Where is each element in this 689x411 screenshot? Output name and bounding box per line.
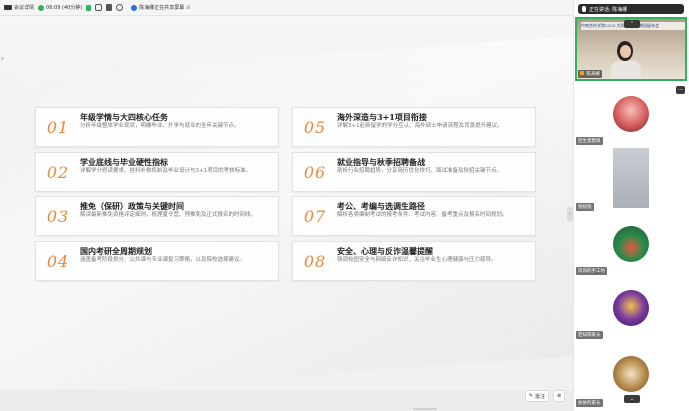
more-options-button[interactable]: ⋯ <box>676 86 685 94</box>
app-logo-icon <box>4 5 12 10</box>
participant-tile[interactable]: 后生莫猥琐 <box>575 84 687 146</box>
app-title[interactable]: 会议详情 <box>4 4 34 11</box>
agenda-title: 国内考研全周期规划 <box>80 246 152 256</box>
agenda-number: 06 <box>303 163 327 182</box>
slide-marker-dot <box>1 57 4 60</box>
annotate-button[interactable]: ✎ 批注 <box>524 390 549 402</box>
agenda-description: 解析各类编制考试的报考条件、考试内容、备考重点及报名时间规划。 <box>337 212 508 218</box>
screen-share-status[interactable]: 陈海娜正在共享屏幕 ⊞ <box>131 4 191 11</box>
agenda-number: 03 <box>46 207 70 226</box>
agenda-item-02: 02 学业底线与毕业硬性指标 详解学分修读要求、挂科补救机制及毕业设计与3+1项… <box>35 152 279 192</box>
agenda-title: 海外深造与3+1项目衔接 <box>337 112 427 122</box>
participant-name-label: 陈海娜 <box>578 70 602 78</box>
zoom-button[interactable]: ⊕ <box>553 390 565 402</box>
agenda-title: 推免（保研）政策与关键时间 <box>80 201 184 211</box>
horizontal-scrollbar[interactable] <box>413 408 437 410</box>
meeting-time-label: 06:09 (40分钟) <box>46 5 83 11</box>
agenda-description: 详解3+1赴新留学的学分互认、海外硕士申请流程及背景提升建议。 <box>337 123 503 129</box>
agenda-title: 就业指导与秋季招聘备战 <box>337 157 425 167</box>
avatar <box>613 226 649 262</box>
agenda-item-06: 06 就业指导与秋季招聘备战 剖析行业招聘趋势，分享简历优化技巧、面试准备及秋招… <box>292 152 536 192</box>
participant-tile[interactable]: 若知阳家长 <box>575 278 687 340</box>
avatar <box>613 290 649 326</box>
collapse-video-button[interactable]: ⌃ <box>624 20 640 28</box>
agenda-item-01: 01 年级学情与大四核心任务 分析年级整体学业现状，明确毕业、升学与就业的全年关… <box>35 107 279 147</box>
agenda-title: 考公、考编与选调生路径 <box>337 201 425 211</box>
agenda-description: 解读最新推免资格评定细则，梳理夏令营、预推免及正式报名的时间线。 <box>80 212 257 218</box>
speaking-label: 正在讲话: 陈海娜 <box>589 6 628 13</box>
speaker-face <box>620 45 631 58</box>
agenda-description: 分析年级整体学业现状，明确毕业、升学与就业的全年关键节点。 <box>80 123 240 129</box>
avatar <box>613 356 649 392</box>
participant-name-label: 依依的家长 <box>576 399 603 407</box>
meeting-duration: 06:09 (40分钟) <box>38 4 82 11</box>
agenda-item-08: 08 安全、心理与反诈温馨提醒 强调校园安全与网络反诈知识，关注毕业生心理健康与… <box>292 241 536 281</box>
expand-icon: ⊞ <box>186 4 191 11</box>
signal-indicator[interactable] <box>86 4 92 11</box>
layout-icon <box>95 4 103 11</box>
agenda-description: 剖析行业招聘趋势，分享简历优化技巧、面试准备及秋招关键节点。 <box>337 168 503 174</box>
agenda-description: 强调校园安全与网络反诈知识，关注毕业生心理健康与压力疏导。 <box>337 257 497 263</box>
pen-icon: ✎ <box>528 393 533 399</box>
avatar <box>613 148 649 208</box>
participant-name-label: 风风的手工坊 <box>576 267 607 275</box>
agenda-description: 涵盖备考阶段划分、公共课与专业课复习策略，以及院校选择建议。 <box>80 257 246 263</box>
shield-icon <box>38 4 45 11</box>
scroll-down-button[interactable]: ⌄ <box>624 395 640 403</box>
avatar <box>613 96 649 132</box>
participant-tile[interactable]: 风风的手工坊 <box>575 214 687 276</box>
agenda-item-04: 04 国内考研全周期规划 涵盖备考阶段划分、公共课与专业课复习策略，以及院校选择… <box>35 241 279 281</box>
presentation-slide: 01 年级学情与大四核心任务 分析年级整体学业现状，明确毕业、升学与就业的全年关… <box>0 16 573 390</box>
agenda-number: 02 <box>46 163 70 182</box>
participant-name-label: 锐锐锐 <box>576 203 594 211</box>
speaking-indicator: 正在讲话: 陈海娜 <box>578 4 684 14</box>
share-status-label: 陈海娜正在共享屏幕 <box>139 5 185 11</box>
agenda-number: 08 <box>303 252 327 271</box>
screen-share-tools: ✎ 批注 ⊕ <box>524 390 565 402</box>
agenda-description: 详解学分修读要求、挂科补救机制及毕业设计与3+1项目的考核标准。 <box>80 168 252 174</box>
agenda-title: 学业底线与毕业硬性指标 <box>80 157 168 167</box>
document-icon <box>106 4 113 11</box>
settings-button[interactable] <box>116 4 124 11</box>
agenda-item-07: 07 考公、考编与选调生路径 解析各类编制考试的报考条件、考试内容、备考重点及报… <box>292 196 536 236</box>
annotate-label: 批注 <box>534 393 545 400</box>
shared-screen-area: 01 年级学情与大四核心任务 分析年级整体学业现状，明确毕业、升学与就业的全年关… <box>0 16 573 411</box>
document-button[interactable] <box>106 4 113 11</box>
gear-icon <box>116 4 124 11</box>
agenda-item-05: 05 海外深造与3+1项目衔接 详解3+1赴新留学的学分互认、海外硕士申请流程及… <box>292 107 536 147</box>
host-badge-icon <box>580 71 584 75</box>
microphone-icon <box>582 6 586 12</box>
participant-tile[interactable]: 锐锐锐 <box>575 148 687 212</box>
agenda-number: 07 <box>303 207 327 226</box>
signal-icon <box>86 4 92 11</box>
speaker-body <box>611 61 641 79</box>
share-screen-icon <box>131 4 138 11</box>
zoom-icon: ⊕ <box>556 393 562 399</box>
agenda-title: 年级学情与大四核心任务 <box>80 112 168 122</box>
layout-button[interactable] <box>95 4 103 11</box>
agenda-item-03: 03 推免（保研）政策与关键时间 解读最新推免资格评定细则，梳理夏令营、预推免及… <box>35 196 279 236</box>
participant-name-label: 后生莫猥琐 <box>576 137 603 145</box>
agenda-number: 05 <box>303 118 327 137</box>
agenda-title: 安全、心理与反诈温馨提醒 <box>337 246 433 256</box>
participant-name-label: 若知阳家长 <box>576 331 603 339</box>
app-name-label: 会议详情 <box>14 5 35 11</box>
agenda-number: 01 <box>46 118 70 137</box>
agenda-number: 04 <box>46 252 70 271</box>
